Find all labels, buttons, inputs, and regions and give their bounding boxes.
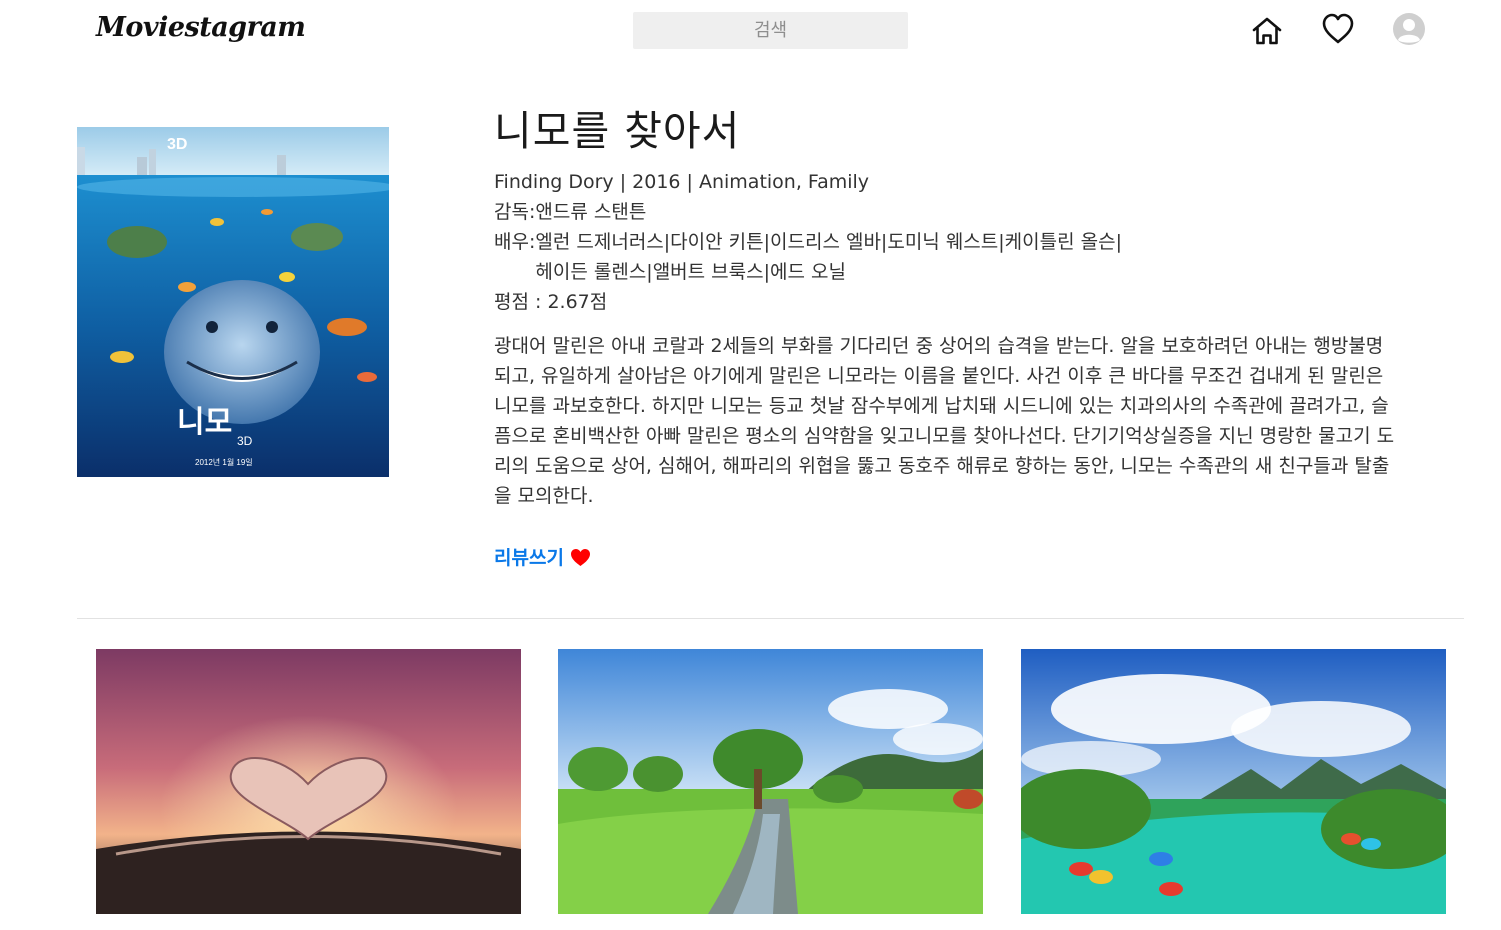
search-input[interactable]	[633, 12, 908, 49]
home-icon[interactable]	[1251, 16, 1283, 46]
director-row: 감독: 앤드류 스탠튼	[494, 197, 1404, 227]
movie-poster: 니모 3D 2012년 1월 19일 3D	[77, 127, 389, 477]
rating: 평점 : 2.67점	[494, 291, 608, 313]
movie-meta: Finding Dory | 2016 | Animation, Family	[494, 171, 870, 193]
top-navbar: Moviestagram	[0, 0, 1501, 62]
svg-text:3D: 3D	[237, 434, 253, 448]
movie-title: 니모를 찾아서	[494, 107, 741, 155]
app-logo[interactable]: Moviestagram	[96, 12, 306, 43]
write-review-link[interactable]: 리뷰쓰기	[494, 543, 564, 570]
avatar-icon[interactable]	[1392, 12, 1426, 46]
stream-meadow-image[interactable]	[558, 649, 983, 914]
review-row: 리뷰쓰기	[494, 543, 1404, 570]
movie-crew: 감독: 앤드류 스탠튼 배우: 엘런 드제너러스|다이안 키튼|이드리스 엘바|…	[494, 197, 1404, 317]
movie-info: 니모를 찾아서 Finding Dory | 2016 | Animation,…	[494, 105, 1404, 570]
heart-icon[interactable]	[1321, 12, 1355, 46]
svg-text:3D: 3D	[167, 136, 187, 153]
cast-value: 엘런 드제너러스|다이안 키튼|이드리스 엘바|도미닉 웨스트|케이틀린 올슨|…	[535, 231, 1122, 283]
director-label: 감독:	[494, 201, 536, 223]
heart-icon[interactable]	[570, 548, 591, 567]
section-divider	[77, 618, 1464, 619]
svg-text:2012년 1월 19일: 2012년 1월 19일	[195, 457, 253, 467]
river-boats-image[interactable]	[1021, 649, 1446, 914]
svg-text:니모: 니모	[177, 406, 232, 439]
heart-book-sunset-image[interactable]	[96, 649, 521, 914]
cast-label: 배우:	[494, 231, 536, 253]
cast-row: 배우: 엘런 드제너러스|다이안 키튼|이드리스 엘바|도미닉 웨스트|케이틀린…	[494, 227, 1404, 287]
director-value: 앤드류 스탠튼	[535, 201, 647, 223]
movie-overview: 광대어 말린은 아내 코랄과 2세들의 부화를 기다리던 중 상어의 습격을 받…	[494, 335, 1395, 507]
